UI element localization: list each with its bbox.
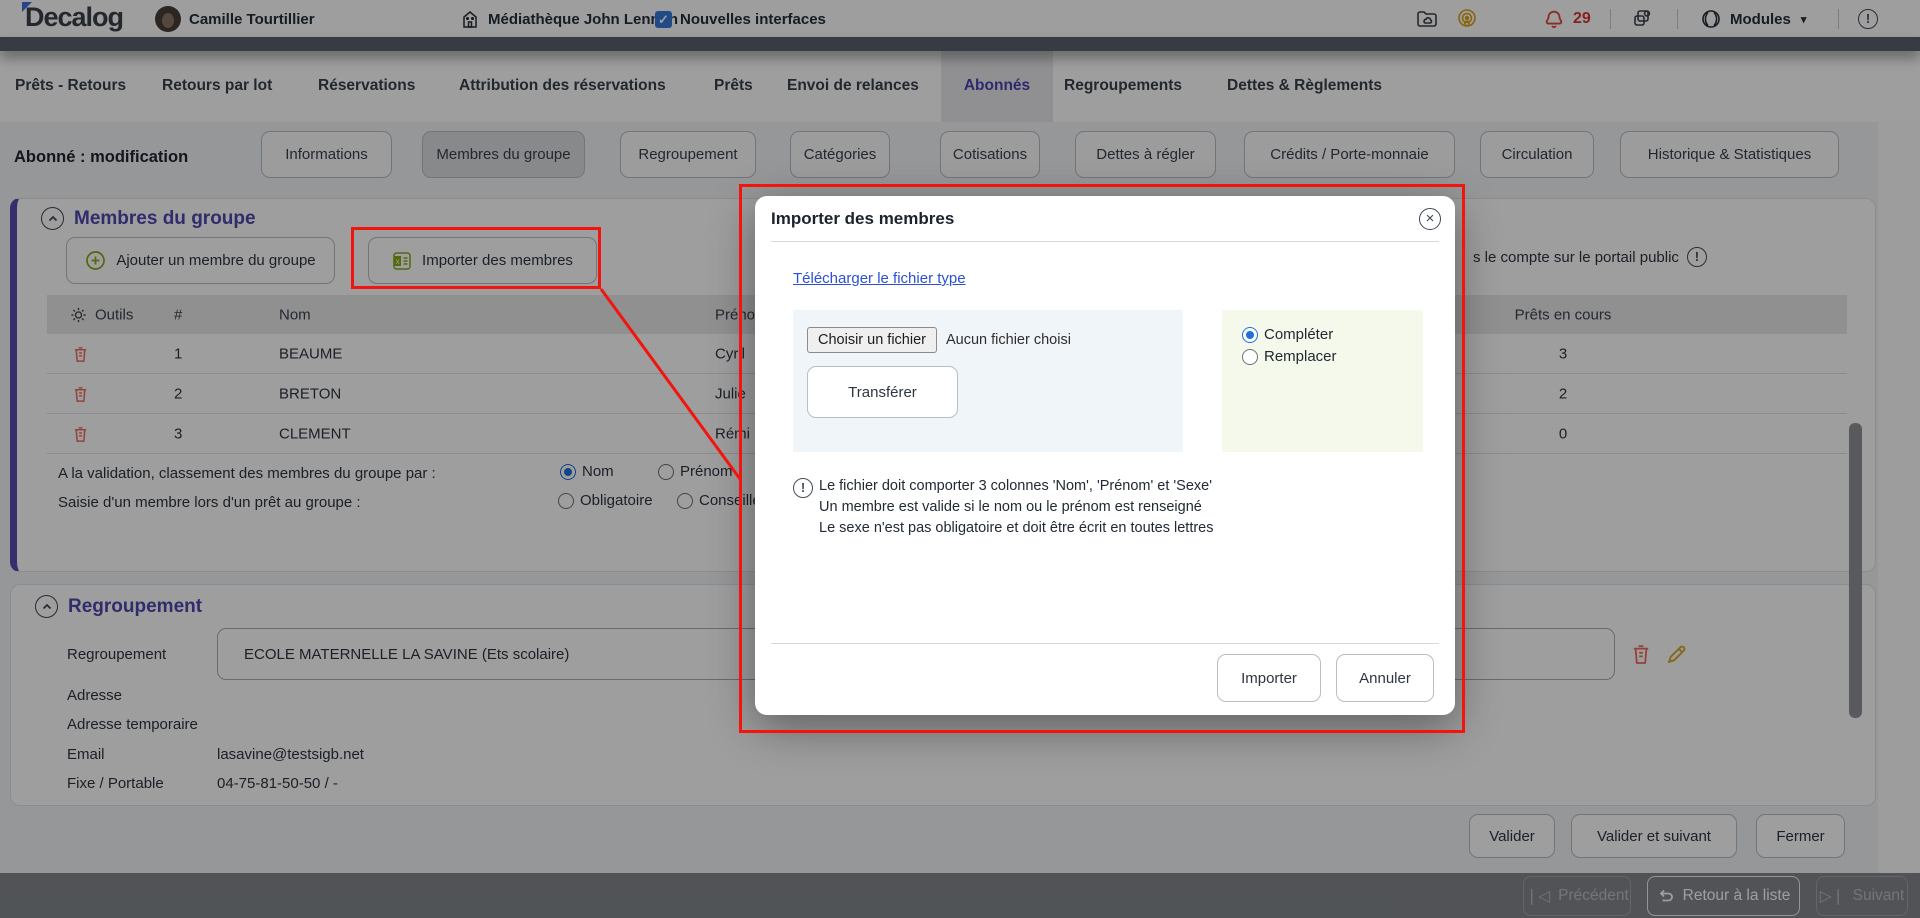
file-status-text: Aucun fichier choisi xyxy=(946,332,1071,348)
import-info-text: Le fichier doit comporter 3 colonnes 'No… xyxy=(819,476,1214,539)
modal-title: Importer des membres xyxy=(771,209,954,229)
app-screen: Decalog Camille Tourtillier Médiathèque … xyxy=(0,0,1920,918)
modal-header-divider xyxy=(771,241,1439,242)
import-mode-panel: Compléter Remplacer xyxy=(1222,310,1423,452)
radio-label: Remplacer xyxy=(1264,348,1337,365)
info-line: Le fichier doit comporter 3 colonnes 'No… xyxy=(819,476,1214,497)
mode-option-completer[interactable]: Compléter xyxy=(1242,326,1337,343)
import-members-modal: Importer des membres × Télécharger le fi… xyxy=(755,196,1455,715)
file-input[interactable]: Choisir un fichier Aucun fichier choisi xyxy=(807,327,1071,353)
modal-close-icon[interactable]: × xyxy=(1419,208,1441,230)
choose-file-button[interactable]: Choisir un fichier xyxy=(807,327,937,353)
radio-selected-icon[interactable] xyxy=(1242,327,1258,343)
import-confirm-button[interactable]: Importer xyxy=(1217,654,1321,702)
download-template-link[interactable]: Télécharger le fichier type xyxy=(793,270,966,287)
file-upload-panel: Choisir un fichier Aucun fichier choisi … xyxy=(793,310,1183,452)
radio-label: Compléter xyxy=(1264,326,1333,343)
info-line: Le sexe n'est pas obligatoire et doit êt… xyxy=(819,518,1214,539)
mode-option-remplacer[interactable]: Remplacer xyxy=(1242,348,1337,365)
modal-footer-divider xyxy=(771,643,1439,644)
transfer-button[interactable]: Transférer xyxy=(807,366,958,418)
cancel-button[interactable]: Annuler xyxy=(1336,654,1434,702)
info-icon: ! xyxy=(793,478,813,498)
info-line: Un membre est valide si le nom ou le pré… xyxy=(819,497,1214,518)
radio-icon[interactable] xyxy=(1242,349,1258,365)
